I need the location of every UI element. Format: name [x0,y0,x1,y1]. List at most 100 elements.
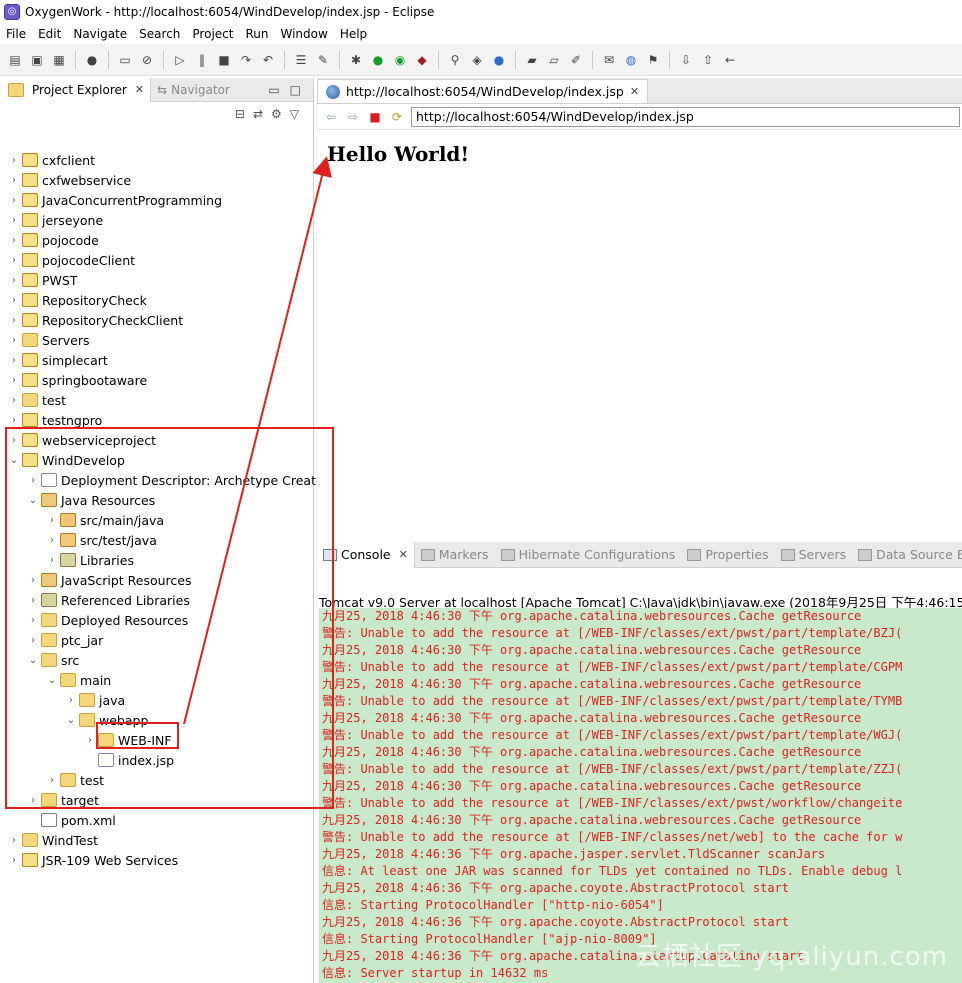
tree-item[interactable]: › test [46,770,104,790]
step-return-icon[interactable]: ↶ [259,51,277,69]
chevron-right-icon[interactable]: › [8,355,20,366]
tree-item[interactable]: › jerseyone [8,210,103,230]
tree-item[interactable]: › webserviceproject [8,430,156,450]
tab-console[interactable]: Console ✕ [317,541,415,568]
menu-run[interactable]: Run [239,27,274,41]
tree-item[interactable]: ⌄ src [27,650,79,670]
tree-item[interactable]: ⌄ WindDevelop [8,450,125,470]
chevron-right-icon[interactable]: › [8,415,20,426]
chevron-right-icon[interactable]: › [8,155,20,166]
chevron-down-icon[interactable]: ⌄ [27,655,39,666]
tree-item[interactable]: › RepositoryCheck [8,290,147,310]
tab-servers[interactable]: Servers [775,542,853,568]
annotation-icon[interactable]: ✉ [600,51,618,69]
tab-project-explorer[interactable]: Project Explorer ✕ [0,77,152,102]
tree-item[interactable]: › testngpro [8,410,102,430]
save-all-icon[interactable]: ▦ [50,51,68,69]
chevron-right-icon[interactable]: › [8,435,20,446]
new-icon[interactable]: ▤ [6,51,24,69]
run-server-icon[interactable]: ◉ [391,51,409,69]
open-folder-icon[interactable]: ▱ [545,51,563,69]
chevron-right-icon[interactable]: › [27,615,39,626]
new-class-icon[interactable]: ● [490,51,508,69]
tree-item[interactable]: › target [27,790,99,810]
close-icon[interactable]: ✕ [630,85,639,98]
chevron-right-icon[interactable]: › [8,295,20,306]
suspend-icon[interactable]: ‖ [193,51,211,69]
chevron-right-icon[interactable]: › [8,375,20,386]
tree-item[interactable]: › simplecart [8,350,108,370]
web-services-icon[interactable]: ⚑ [644,51,662,69]
chevron-right-icon[interactable]: › [46,775,58,786]
menu-list-icon[interactable]: ☰ [292,51,310,69]
external-tools-icon[interactable]: ◆ [413,51,431,69]
tree-item[interactable]: › springbootaware [8,370,147,390]
tree-item[interactable]: › Servers [8,330,90,350]
chevron-right-icon[interactable]: › [27,595,39,606]
chevron-right-icon[interactable]: › [8,255,20,266]
marker-icon[interactable]: ✐ [567,51,585,69]
tree-item[interactable]: index.jsp [84,750,174,770]
chevron-right-icon[interactable]: › [46,535,58,546]
tree-item[interactable]: ⌄ Java Resources [27,490,155,510]
tree-item[interactable]: › JSR-109 Web Services [8,850,178,870]
chevron-down-icon[interactable]: ⌄ [65,715,77,726]
tree-item[interactable]: › src/test/java [46,530,157,550]
tab-data-source-explorer[interactable]: Data Source Explor [852,542,962,568]
chevron-down-icon[interactable]: ⌄ [46,675,58,686]
tree-item[interactable]: ⌄ webapp [65,710,149,730]
menu-window[interactable]: Window [274,27,333,41]
tree-item[interactable]: › cxfclient [8,150,95,170]
tree-item[interactable]: › pojocode [8,230,99,250]
chevron-right-icon[interactable]: › [8,395,20,406]
tree-item[interactable]: › pojocodeClient [8,250,135,270]
close-icon[interactable]: ✕ [399,548,408,561]
tree-item[interactable]: › test [8,390,66,410]
prev-annotation-icon[interactable]: ⇧ [699,51,717,69]
tab-properties[interactable]: Properties [681,542,774,568]
menu-help[interactable]: Help [334,27,373,41]
back-icon[interactable]: ← [721,51,739,69]
chevron-right-icon[interactable]: › [27,575,39,586]
chevron-down-icon[interactable]: ⌄ [8,455,20,466]
tree-item[interactable]: pom.xml [27,810,116,830]
tree-item[interactable]: › WindTest [8,830,98,850]
menu-edit[interactable]: Edit [32,27,67,41]
resume-icon[interactable]: ▷ [171,51,189,69]
wand-icon[interactable]: ✎ [314,51,332,69]
url-input[interactable]: http://localhost:6054/WindDevelop/index.… [411,106,960,127]
back-arrow-icon[interactable]: ⇦ [323,109,339,125]
link-with-editor-icon[interactable]: ⇄ [253,107,263,121]
tree-item[interactable]: › PWST [8,270,77,290]
chevron-right-icon[interactable]: › [8,195,20,206]
step-over-icon[interactable]: ↷ [237,51,255,69]
run-icon[interactable]: ● [369,51,387,69]
chevron-down-icon[interactable]: ⌄ [27,495,39,506]
debug-icon[interactable]: ✱ [347,51,365,69]
new-java-project-icon[interactable]: ◈ [468,51,486,69]
tree-item[interactable]: › java [65,690,125,710]
chevron-right-icon[interactable]: › [84,735,96,746]
view-menu-chevron-icon[interactable]: ▽ [290,107,299,121]
filter-icon[interactable]: ⚙ [271,107,282,121]
tree-item[interactable]: › WEB-INF [84,730,172,750]
chevron-right-icon[interactable]: › [46,515,58,526]
open-type-icon[interactable]: ▰ [523,51,541,69]
maximize-icon[interactable]: □ [290,83,301,97]
tab-hibernate-configurations[interactable]: Hibernate Configurations [495,542,682,568]
chevron-right-icon[interactable]: › [8,835,20,846]
menu-search[interactable]: Search [133,27,186,41]
chevron-right-icon[interactable]: › [8,855,20,866]
chevron-right-icon[interactable]: › [46,555,58,566]
close-icon[interactable]: ✕ [135,83,144,96]
collapse-all-icon[interactable]: ⊟ [235,107,245,121]
tree-item[interactable]: › src/main/java [46,510,164,530]
minimize-icon[interactable]: ▭ [268,83,279,97]
chevron-right-icon[interactable]: › [27,795,39,806]
chevron-right-icon[interactable]: › [8,215,20,226]
console-output[interactable]: 九月25, 2018 4:46:30 下午 org.apache.catalin… [319,608,962,983]
chevron-right-icon[interactable]: › [8,235,20,246]
tree-item[interactable]: › ptc_jar [27,630,103,650]
user-icon[interactable]: ● [83,51,101,69]
chevron-right-icon[interactable]: › [27,635,39,646]
